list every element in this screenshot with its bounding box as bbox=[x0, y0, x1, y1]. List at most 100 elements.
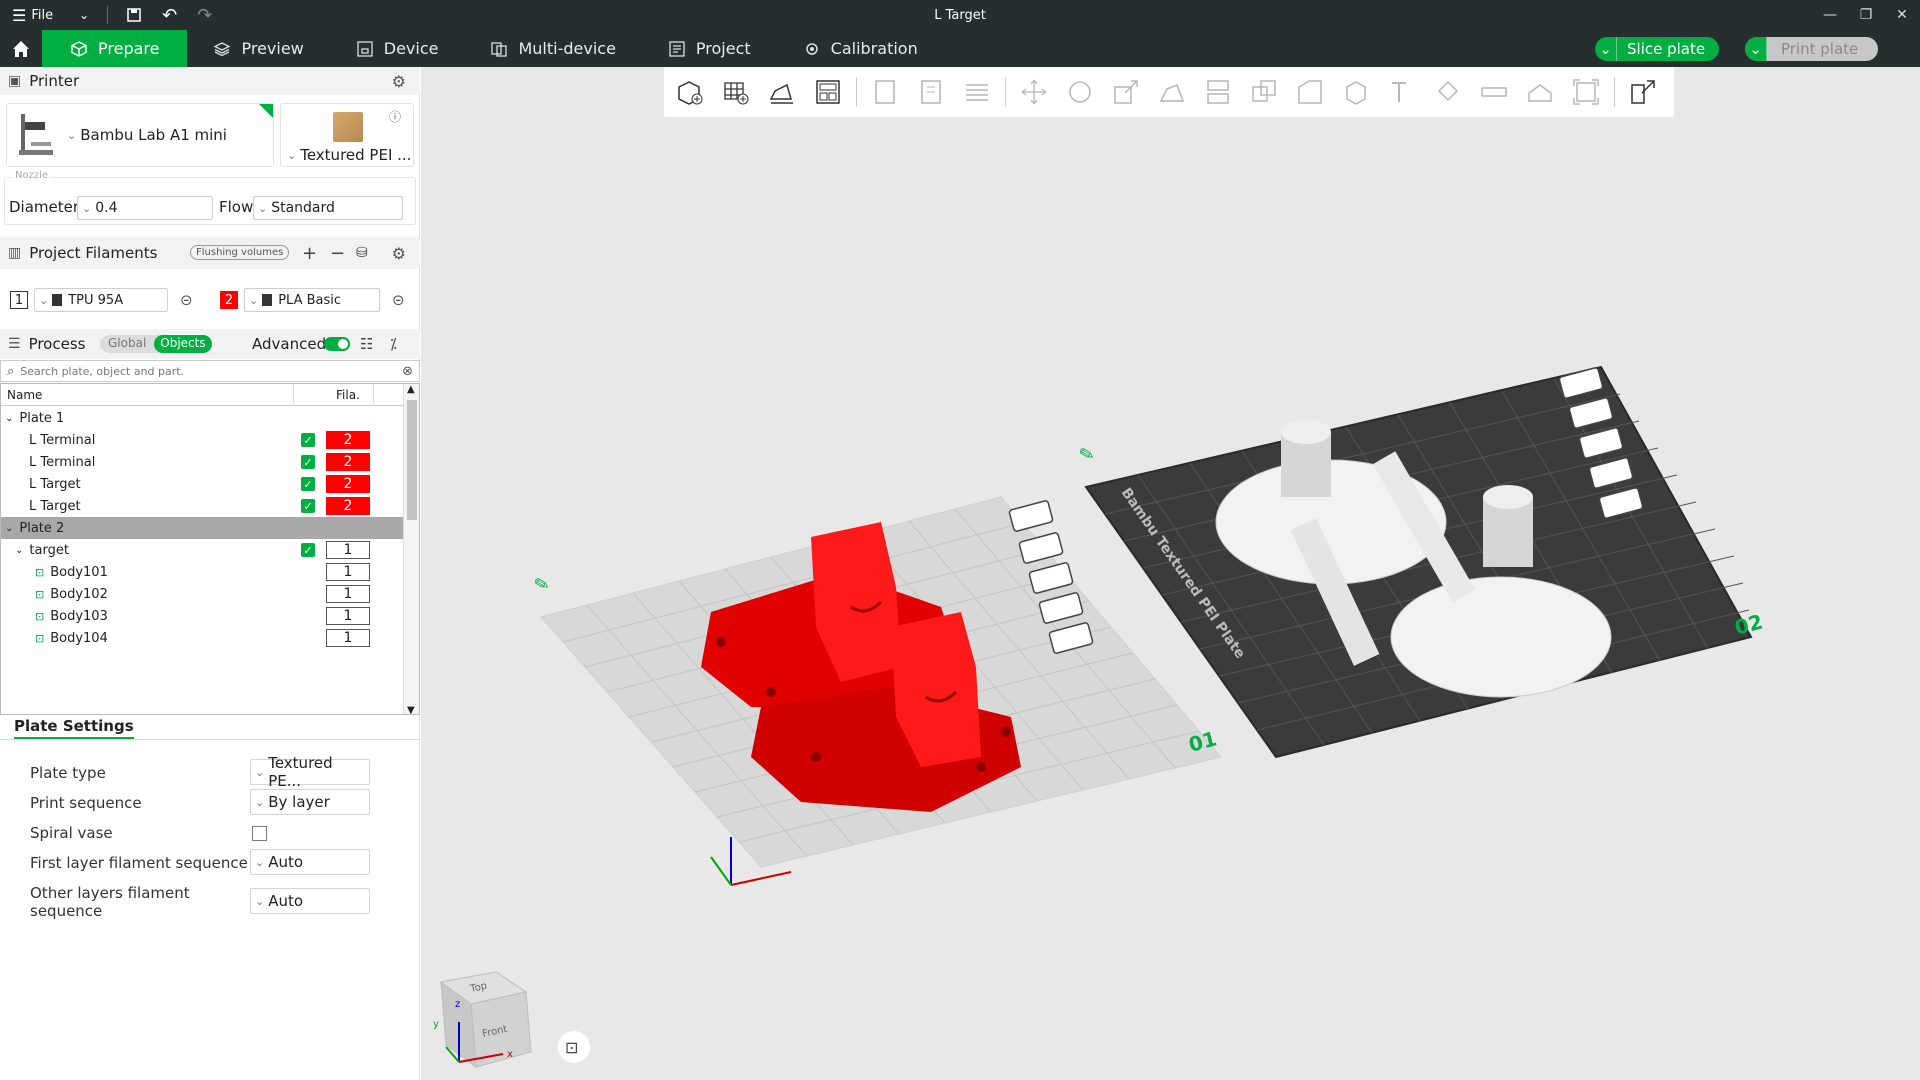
remove-filament-icon[interactable]: − bbox=[330, 243, 345, 264]
explode-view-icon[interactable] bbox=[1625, 74, 1661, 110]
lay-on-face-icon[interactable] bbox=[1154, 74, 1190, 110]
first-layer-sequence-select[interactable]: ⌄ Auto bbox=[250, 849, 370, 875]
undo-icon[interactable]: ↶ bbox=[156, 0, 183, 30]
print-plate-button[interactable]: ⌄ Print plate bbox=[1745, 37, 1879, 61]
save-icon[interactable] bbox=[120, 0, 148, 30]
boolean-icon[interactable] bbox=[1246, 74, 1282, 110]
other-layers-sequence-select[interactable]: ⌄ Auto bbox=[250, 888, 370, 914]
printer-selector[interactable]: ⌄ Bambu Lab A1 mini bbox=[6, 103, 274, 167]
plate-settings-tab[interactable]: Plate Settings bbox=[14, 715, 134, 739]
print-sequence-select[interactable]: ⌄ By layer bbox=[250, 789, 370, 815]
object-filament-badge[interactable]: 2 bbox=[326, 431, 370, 449]
scale-icon[interactable] bbox=[1108, 74, 1144, 110]
list-view-icon[interactable]: ☷ bbox=[360, 335, 373, 353]
object-filament-badge[interactable]: 2 bbox=[326, 497, 370, 515]
global-objects-toggle[interactable]: Global Objects bbox=[100, 335, 212, 353]
filament-select-2[interactable]: ⌄ PLA Basic bbox=[244, 288, 380, 312]
tree-plate-row[interactable]: ⌄ Plate 1 bbox=[1, 407, 403, 429]
compare-icon[interactable]: ⁒ bbox=[390, 335, 397, 353]
advanced-toggle[interactable] bbox=[324, 337, 350, 351]
tree-plate-row[interactable]: ⌄ Plate 2 bbox=[1, 517, 403, 539]
clear-search-icon[interactable]: ⊗ bbox=[402, 364, 413, 379]
tree-object-row[interactable]: L Target ✓ 2 bbox=[1, 495, 403, 517]
scroll-up-icon[interactable]: ▲ bbox=[407, 384, 415, 395]
object-filament-badge[interactable]: 2 bbox=[326, 475, 370, 493]
tree-part-row[interactable]: ⊡ Body104 1 bbox=[1, 627, 403, 649]
add-object-icon[interactable] bbox=[672, 74, 708, 110]
plate-1-delete-icon[interactable] bbox=[1008, 500, 1054, 532]
tab-multi-device[interactable]: Multi-device bbox=[464, 30, 641, 67]
tree-scrollbar[interactable]: ▲ ▼ bbox=[403, 384, 419, 714]
filament-settings-gear-icon[interactable]: ⚙ bbox=[392, 244, 406, 263]
tab-calibration[interactable]: Calibration bbox=[777, 30, 944, 67]
restore-icon[interactable]: ❐ bbox=[1848, 0, 1884, 30]
minimize-icon[interactable]: — bbox=[1812, 0, 1848, 30]
object-filament-badge[interactable]: 1 bbox=[326, 541, 370, 559]
tree-expand-icon[interactable]: ⌄ bbox=[15, 545, 23, 556]
plate-2-edit-icon[interactable]: ✎ bbox=[1077, 443, 1097, 467]
slice-dropdown-icon[interactable]: ⌄ bbox=[1595, 37, 1617, 61]
color-paint-icon[interactable] bbox=[1430, 74, 1466, 110]
diameter-select[interactable]: ⌄ 0.4 bbox=[77, 196, 213, 220]
tab-device[interactable]: Device bbox=[330, 30, 465, 67]
copy-icon[interactable] bbox=[867, 74, 903, 110]
paste-icon[interactable] bbox=[913, 74, 949, 110]
print-dropdown-icon[interactable]: ⌄ bbox=[1745, 37, 1767, 61]
plate-type-selector[interactable]: ⓘ ⌄ Textured PEI ... bbox=[280, 103, 414, 167]
redo-icon[interactable]: ↷ bbox=[191, 0, 218, 30]
tree-object-row[interactable]: L Target ✓ 2 bbox=[1, 473, 403, 495]
flushing-volumes-button[interactable]: Flushing volumes bbox=[190, 245, 290, 260]
measure-icon[interactable] bbox=[1476, 74, 1512, 110]
text-icon[interactable] bbox=[1384, 74, 1420, 110]
tree-part-row[interactable]: ⊡ Body101 1 bbox=[1, 561, 403, 583]
tree-expand-icon[interactable]: ⌄ bbox=[5, 523, 13, 534]
3d-viewport[interactable]: 01 ✎ Bambu Textured PEI Plate 02 ✎ Top F… bbox=[421, 67, 1920, 1080]
plate-1-edit-icon[interactable]: ✎ bbox=[532, 573, 552, 597]
assembly-icon[interactable] bbox=[1522, 74, 1558, 110]
tree-expand-icon[interactable]: ⌄ bbox=[5, 413, 13, 424]
slice-plate-button[interactable]: ⌄ Slice plate bbox=[1595, 37, 1720, 61]
search-input[interactable] bbox=[20, 364, 391, 378]
tree-part-row[interactable]: ⊡ Body103 1 bbox=[1, 605, 403, 627]
file-menu[interactable]: ☰ File bbox=[0, 0, 59, 30]
printer-settings-gear-icon[interactable]: ⚙ bbox=[392, 72, 406, 91]
support-paint-icon[interactable] bbox=[1292, 74, 1328, 110]
tree-object-row[interactable]: L Terminal ✓ 2 bbox=[1, 451, 403, 473]
objects-option[interactable]: Objects bbox=[154, 335, 212, 353]
tree-object-row[interactable]: L Terminal ✓ 2 bbox=[1, 429, 403, 451]
object-target-base-2[interactable] bbox=[1390, 576, 1612, 698]
scene-canvas[interactable]: 01 ✎ Bambu Textured PEI Plate 02 ✎ Top F… bbox=[421, 67, 1920, 1080]
filament-2-edit-icon[interactable]: ⊝ bbox=[392, 291, 405, 309]
home-icon[interactable] bbox=[0, 30, 42, 67]
plate-info-icon[interactable]: ⓘ bbox=[389, 108, 401, 125]
object-visible-checkbox[interactable]: ✓ bbox=[301, 477, 315, 491]
filament-select-1[interactable]: ⌄ TPU 95A bbox=[34, 288, 168, 312]
move-icon[interactable] bbox=[1016, 74, 1052, 110]
object-filament-badge[interactable]: 1 bbox=[326, 563, 370, 581]
rotate-icon[interactable] bbox=[1062, 74, 1098, 110]
object-visible-checkbox[interactable]: ✓ bbox=[301, 499, 315, 513]
seam-paint-icon[interactable] bbox=[1338, 74, 1374, 110]
object-filament-badge[interactable]: 1 bbox=[326, 629, 370, 647]
object-visible-checkbox[interactable]: ✓ bbox=[301, 543, 315, 557]
close-icon[interactable]: ✕ bbox=[1884, 0, 1920, 30]
tab-prepare[interactable]: Prepare bbox=[42, 30, 188, 67]
add-filament-icon[interactable]: + bbox=[302, 243, 317, 264]
sync-filament-icon[interactable]: ⛁ bbox=[356, 245, 368, 261]
tree-part-row[interactable]: ⊡ Body102 1 bbox=[1, 583, 403, 605]
layers-split-icon[interactable] bbox=[959, 74, 995, 110]
scroll-thumb[interactable] bbox=[407, 400, 417, 520]
tab-preview[interactable]: Preview bbox=[187, 30, 329, 67]
object-filament-badge[interactable]: 1 bbox=[326, 607, 370, 625]
cut-icon[interactable] bbox=[1200, 74, 1236, 110]
object-visible-checkbox[interactable]: ✓ bbox=[301, 433, 315, 447]
fit-view-icon[interactable] bbox=[1568, 74, 1604, 110]
view-cube[interactable]: Top Front x y z bbox=[433, 971, 532, 1069]
auto-orient-icon[interactable] bbox=[764, 74, 800, 110]
add-plate-icon[interactable] bbox=[718, 74, 754, 110]
file-dropdown-chevron-icon[interactable]: ⌄ bbox=[73, 0, 95, 30]
global-option[interactable]: Global bbox=[100, 335, 154, 353]
object-filament-badge[interactable]: 2 bbox=[326, 453, 370, 471]
spiral-vase-checkbox[interactable] bbox=[252, 826, 267, 841]
flow-select[interactable]: ⌄ Standard bbox=[253, 196, 403, 220]
